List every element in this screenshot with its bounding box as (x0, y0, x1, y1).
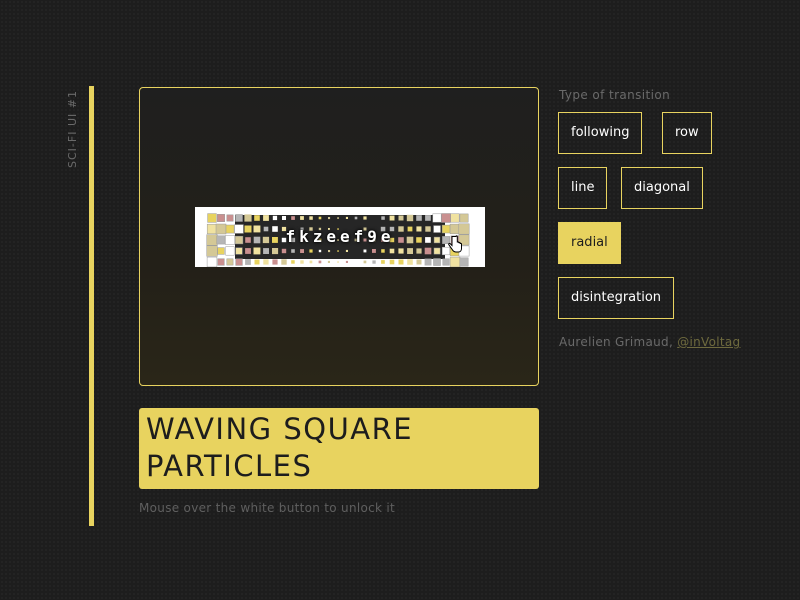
credit-link[interactable]: @inVoltag (677, 335, 740, 349)
transition-line-button[interactable]: line (558, 167, 608, 209)
transition-options-title: Type of transition (559, 88, 671, 102)
page-title: WAVING SQUARE PARTICLES (139, 408, 539, 489)
transition-diagonal-button[interactable]: diagonal (621, 167, 703, 209)
accent-bar (89, 86, 94, 526)
transition-radial-button[interactable]: radial (558, 222, 621, 264)
title-line-1: WAVING SQUARE (146, 412, 414, 446)
transition-disintegration-button[interactable]: disintegration (558, 277, 675, 319)
preview-panel: fkzeef9e (139, 87, 539, 386)
transition-following-button[interactable]: following (558, 112, 643, 154)
demo-button-text: fkzeef9e (285, 227, 395, 246)
side-label: SCI-FI UI #1 (66, 90, 79, 168)
demo-unlock-button[interactable]: fkzeef9e (195, 207, 485, 267)
hand-cursor-icon (448, 235, 462, 253)
hint-text: Mouse over the white button to unlock it (139, 501, 396, 515)
credit-line: Aurelien Grimaud, @inVoltag (559, 335, 740, 349)
credit-author: Aurelien Grimaud, (559, 335, 678, 349)
title-line-2: PARTICLES (146, 449, 313, 483)
transition-row-button[interactable]: row (662, 112, 712, 154)
